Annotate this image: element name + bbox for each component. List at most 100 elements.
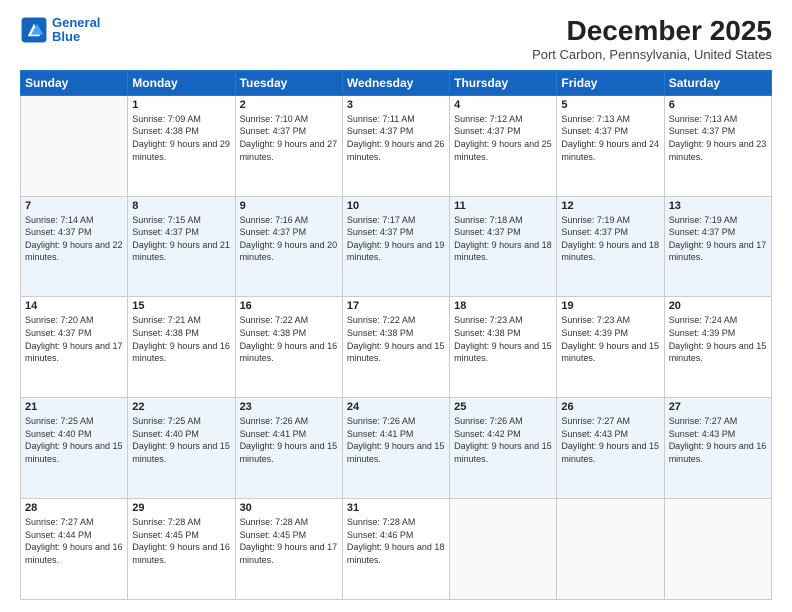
weekday-header: Sunday <box>21 70 128 95</box>
weekday-header: Wednesday <box>342 70 449 95</box>
weekday-header: Friday <box>557 70 664 95</box>
day-number: 26 <box>561 401 659 413</box>
calendar-cell: 21 Sunrise: 7:25 AMSunset: 4:40 PMDayligh… <box>21 398 128 499</box>
calendar-cell: 5 Sunrise: 7:13 AMSunset: 4:37 PMDaylight… <box>557 95 664 196</box>
day-number: 16 <box>240 300 338 312</box>
logo-line1: General <box>52 15 100 30</box>
calendar-cell: 8 Sunrise: 7:15 AMSunset: 4:37 PMDaylight… <box>128 196 235 297</box>
calendar-cell: 18 Sunrise: 7:23 AMSunset: 4:38 PMDayligh… <box>450 297 557 398</box>
calendar-cell: 23 Sunrise: 7:26 AMSunset: 4:41 PMDayligh… <box>235 398 342 499</box>
day-number: 6 <box>669 99 767 111</box>
day-info: Sunrise: 7:12 AMSunset: 4:37 PMDaylight:… <box>454 113 552 163</box>
logo: General Blue <box>20 16 100 45</box>
calendar-cell: 17 Sunrise: 7:22 AMSunset: 4:38 PMDayligh… <box>342 297 449 398</box>
calendar-table: SundayMondayTuesdayWednesdayThursdayFrid… <box>20 70 772 600</box>
day-info: Sunrise: 7:27 AMSunset: 4:43 PMDaylight:… <box>669 415 767 465</box>
day-number: 30 <box>240 502 338 514</box>
calendar-cell <box>450 499 557 600</box>
calendar-cell: 14 Sunrise: 7:20 AMSunset: 4:37 PMDayligh… <box>21 297 128 398</box>
day-info: Sunrise: 7:28 AMSunset: 4:46 PMDaylight:… <box>347 516 445 566</box>
calendar-cell: 20 Sunrise: 7:24 AMSunset: 4:39 PMDayligh… <box>664 297 771 398</box>
day-number: 10 <box>347 200 445 212</box>
calendar-week-row: 1 Sunrise: 7:09 AMSunset: 4:38 PMDaylight… <box>21 95 772 196</box>
calendar-cell: 4Sunrise: 7:12 AMSunset: 4:37 PMDaylight… <box>450 95 557 196</box>
day-number: 14 <box>25 300 123 312</box>
calendar-cell: 3 Sunrise: 7:11 AMSunset: 4:37 PMDaylight… <box>342 95 449 196</box>
day-number: 3 <box>347 99 445 111</box>
calendar-week-row: 21 Sunrise: 7:25 AMSunset: 4:40 PMDayligh… <box>21 398 772 499</box>
day-number: 7 <box>25 200 123 212</box>
logo-text: General Blue <box>52 16 100 45</box>
day-info: Sunrise: 7:19 AMSunset: 4:37 PMDaylight:… <box>561 214 659 264</box>
day-info: Sunrise: 7:20 AMSunset: 4:37 PMDaylight:… <box>25 314 123 364</box>
calendar-cell: 1 Sunrise: 7:09 AMSunset: 4:38 PMDaylight… <box>128 95 235 196</box>
day-number: 5 <box>561 99 659 111</box>
header: General Blue December 2025 Port Carbon, … <box>20 16 772 62</box>
day-info: Sunrise: 7:15 AMSunset: 4:37 PMDaylight:… <box>132 214 230 264</box>
day-info: Sunrise: 7:23 AMSunset: 4:38 PMDaylight:… <box>454 314 552 364</box>
day-number: 22 <box>132 401 230 413</box>
day-number: 11 <box>454 200 552 212</box>
day-number: 27 <box>669 401 767 413</box>
day-info: Sunrise: 7:26 AMSunset: 4:42 PMDaylight:… <box>454 415 552 465</box>
day-number: 21 <box>25 401 123 413</box>
day-number: 18 <box>454 300 552 312</box>
day-info: Sunrise: 7:25 AMSunset: 4:40 PMDaylight:… <box>25 415 123 465</box>
day-info: Sunrise: 7:27 AMSunset: 4:43 PMDaylight:… <box>561 415 659 465</box>
calendar-cell: 10 Sunrise: 7:17 AMSunset: 4:37 PMDayligh… <box>342 196 449 297</box>
day-number: 13 <box>669 200 767 212</box>
calendar-cell: 27 Sunrise: 7:27 AMSunset: 4:43 PMDayligh… <box>664 398 771 499</box>
calendar-cell: 16 Sunrise: 7:22 AMSunset: 4:38 PMDayligh… <box>235 297 342 398</box>
page: General Blue December 2025 Port Carbon, … <box>0 0 792 612</box>
day-info: Sunrise: 7:21 AMSunset: 4:38 PMDaylight:… <box>132 314 230 364</box>
calendar-cell <box>21 95 128 196</box>
day-number: 23 <box>240 401 338 413</box>
day-info: Sunrise: 7:11 AMSunset: 4:37 PMDaylight:… <box>347 113 445 163</box>
day-number: 2 <box>240 99 338 111</box>
calendar-cell: 28Sunrise: 7:27 AMSunset: 4:44 PMDayligh… <box>21 499 128 600</box>
day-info: Sunrise: 7:22 AMSunset: 4:38 PMDaylight:… <box>240 314 338 364</box>
weekday-header: Monday <box>128 70 235 95</box>
calendar-cell: 30 Sunrise: 7:28 AMSunset: 4:45 PMDayligh… <box>235 499 342 600</box>
day-info: Sunrise: 7:24 AMSunset: 4:39 PMDaylight:… <box>669 314 767 364</box>
day-info: Sunrise: 7:13 AMSunset: 4:37 PMDaylight:… <box>669 113 767 163</box>
calendar-header-row: SundayMondayTuesdayWednesdayThursdayFrid… <box>21 70 772 95</box>
calendar-cell: 25 Sunrise: 7:26 AMSunset: 4:42 PMDayligh… <box>450 398 557 499</box>
day-number: 12 <box>561 200 659 212</box>
day-info: Sunrise: 7:14 AMSunset: 4:37 PMDaylight:… <box>25 214 123 264</box>
location: Port Carbon, Pennsylvania, United States <box>532 47 772 62</box>
day-info: Sunrise: 7:26 AMSunset: 4:41 PMDaylight:… <box>240 415 338 465</box>
weekday-header: Saturday <box>664 70 771 95</box>
calendar-cell: 19Sunrise: 7:23 AMSunset: 4:39 PMDayligh… <box>557 297 664 398</box>
calendar-cell: 9Sunrise: 7:16 AMSunset: 4:37 PMDaylight… <box>235 196 342 297</box>
title-block: December 2025 Port Carbon, Pennsylvania,… <box>532 16 772 62</box>
calendar-cell: 15Sunrise: 7:21 AMSunset: 4:38 PMDayligh… <box>128 297 235 398</box>
calendar-cell <box>664 499 771 600</box>
day-number: 20 <box>669 300 767 312</box>
weekday-header: Tuesday <box>235 70 342 95</box>
day-info: Sunrise: 7:28 AMSunset: 4:45 PMDaylight:… <box>240 516 338 566</box>
day-info: Sunrise: 7:10 AMSunset: 4:37 PMDaylight:… <box>240 113 338 163</box>
calendar-cell: 2 Sunrise: 7:10 AMSunset: 4:37 PMDaylight… <box>235 95 342 196</box>
day-info: Sunrise: 7:22 AMSunset: 4:38 PMDaylight:… <box>347 314 445 364</box>
day-info: Sunrise: 7:13 AMSunset: 4:37 PMDaylight:… <box>561 113 659 163</box>
day-info: Sunrise: 7:26 AMSunset: 4:41 PMDaylight:… <box>347 415 445 465</box>
day-number: 17 <box>347 300 445 312</box>
calendar-cell: 22 Sunrise: 7:25 AMSunset: 4:40 PMDayligh… <box>128 398 235 499</box>
day-info: Sunrise: 7:25 AMSunset: 4:40 PMDaylight:… <box>132 415 230 465</box>
calendar-cell: 6 Sunrise: 7:13 AMSunset: 4:37 PMDaylight… <box>664 95 771 196</box>
logo-icon <box>20 16 48 44</box>
calendar-cell <box>557 499 664 600</box>
day-number: 29 <box>132 502 230 514</box>
calendar-week-row: 14 Sunrise: 7:20 AMSunset: 4:37 PMDayligh… <box>21 297 772 398</box>
day-number: 9 <box>240 200 338 212</box>
day-number: 25 <box>454 401 552 413</box>
day-number: 8 <box>132 200 230 212</box>
day-info: Sunrise: 7:17 AMSunset: 4:37 PMDaylight:… <box>347 214 445 264</box>
day-info: Sunrise: 7:09 AMSunset: 4:38 PMDaylight:… <box>132 113 230 163</box>
calendar-cell: 24Sunrise: 7:26 AMSunset: 4:41 PMDayligh… <box>342 398 449 499</box>
day-number: 1 <box>132 99 230 111</box>
calendar-cell: 11Sunrise: 7:18 AMSunset: 4:37 PMDayligh… <box>450 196 557 297</box>
calendar-week-row: 7 Sunrise: 7:14 AMSunset: 4:37 PMDaylight… <box>21 196 772 297</box>
calendar-week-row: 28Sunrise: 7:27 AMSunset: 4:44 PMDayligh… <box>21 499 772 600</box>
